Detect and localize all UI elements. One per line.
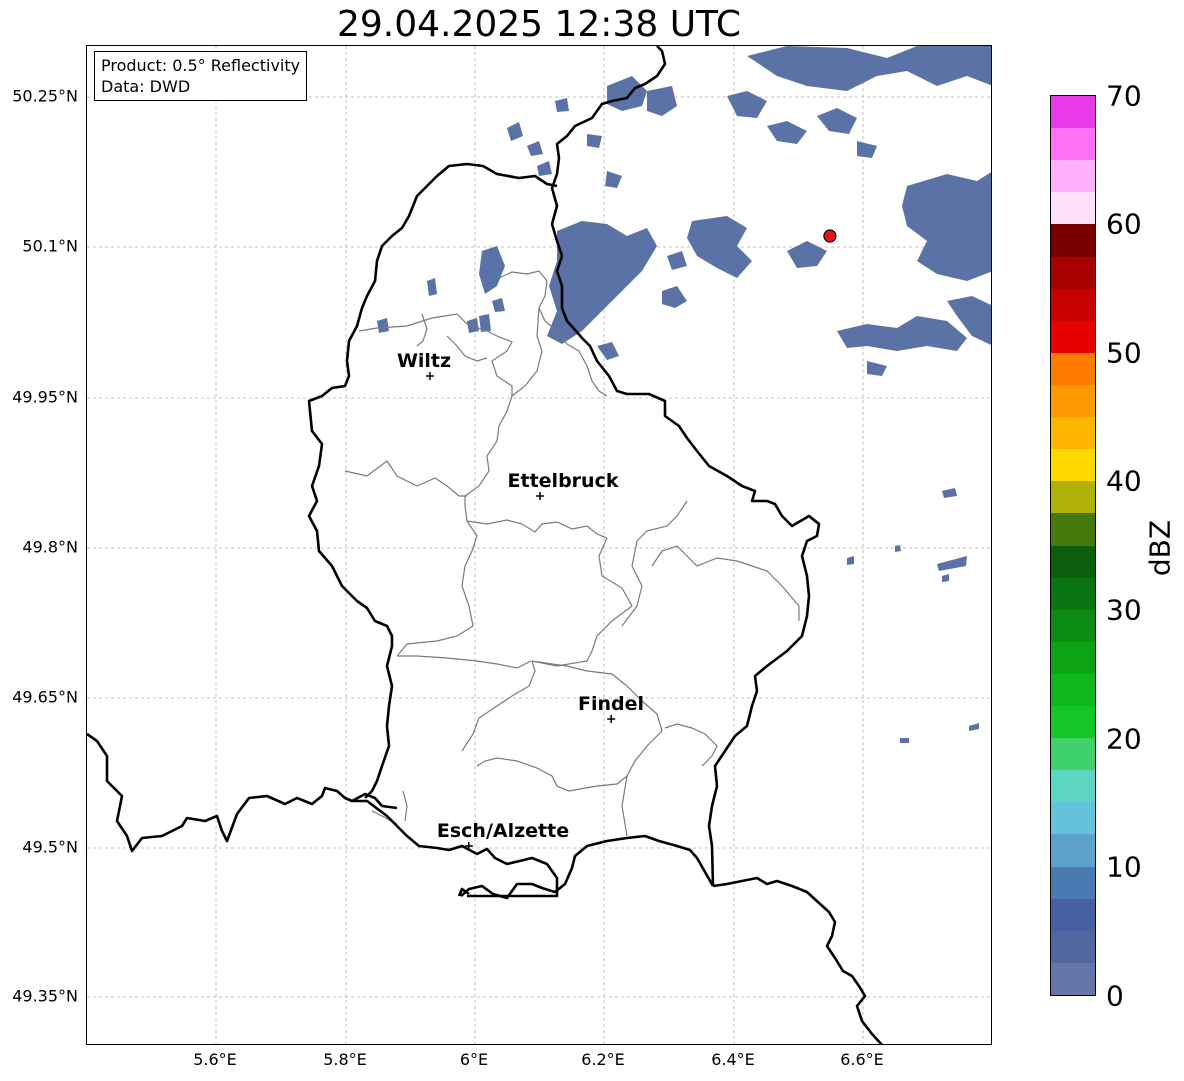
colorbar-segment <box>1051 512 1095 546</box>
lat-tick: 49.65°N <box>12 687 78 707</box>
colorbar-segment <box>1051 448 1095 482</box>
colorbar-segment <box>1051 255 1095 289</box>
colorbar-tick: 0 <box>1106 979 1124 1013</box>
lon-tick: 6°E <box>459 1050 489 1069</box>
country-borders <box>87 46 883 1044</box>
lat-tick: 50.25°N <box>12 86 78 106</box>
colorbar-tick: 20 <box>1106 722 1142 756</box>
city-label-findel: Findel <box>577 693 645 715</box>
data-source-label: Data: DWD <box>101 77 191 96</box>
colorbar-segment <box>1051 577 1095 610</box>
city-marker <box>607 715 616 723</box>
colorbar-segment <box>1051 416 1095 450</box>
colorbar-label: dBZ <box>1143 519 1177 577</box>
colorbar-segment <box>1051 320 1095 353</box>
lon-tick: 6.4°E <box>711 1050 755 1069</box>
colorbar-segment <box>1051 737 1095 771</box>
colorbar <box>1050 95 1096 996</box>
colorbar-segment <box>1051 769 1095 803</box>
colorbar-tick: 50 <box>1106 336 1142 370</box>
colorbar-segment <box>1051 384 1095 418</box>
colorbar-segment <box>1051 544 1095 578</box>
lat-tick: 49.8°N <box>22 537 78 557</box>
city-marker <box>536 492 544 500</box>
colorbar-tick: 60 <box>1106 207 1142 241</box>
colorbar-segment <box>1051 865 1095 899</box>
colorbar-segment <box>1051 801 1095 835</box>
city-markers <box>425 372 616 850</box>
colorbar-segment <box>1051 480 1095 514</box>
city-label-wiltz: Wiltz <box>396 350 452 372</box>
city-marker <box>425 372 434 380</box>
radar-echoes <box>377 46 991 743</box>
colorbar-segment <box>1051 223 1095 257</box>
colorbar-tick: 70 <box>1106 79 1142 113</box>
colorbar-segment <box>1051 127 1095 161</box>
colorbar-tick: 40 <box>1106 464 1142 498</box>
colorbar-segment <box>1051 191 1095 225</box>
lat-tick: 49.35°N <box>12 986 78 1006</box>
lon-tick: 5.8°E <box>323 1050 367 1069</box>
colorbar-segment <box>1051 833 1095 867</box>
colorbar-segment <box>1051 352 1095 385</box>
colorbar-segment <box>1051 159 1095 193</box>
map-canvas <box>87 46 991 1044</box>
colorbar-segment <box>1051 705 1095 739</box>
lat-tick: 49.5°N <box>22 837 78 857</box>
lat-tick: 49.95°N <box>12 387 78 407</box>
product-label: Product: 0.5° Reflectivity <box>101 56 301 75</box>
colorbar-tick: 30 <box>1106 593 1142 627</box>
lon-tick: 6.2°E <box>581 1050 625 1069</box>
map-panel[interactable] <box>86 45 992 1045</box>
colorbar-tick: 10 <box>1106 850 1142 884</box>
map-title: 29.04.2025 12:38 UTC <box>336 4 742 45</box>
colorbar-segment <box>1051 930 1095 963</box>
city-label-ettelbruck: Ettelbruck <box>507 470 619 492</box>
radar-site-marker <box>823 229 837 243</box>
colorbar-segment <box>1051 641 1095 674</box>
colorbar-segment <box>1051 609 1095 642</box>
product-info-box: Product: 0.5° Reflectivity Data: DWD <box>94 51 308 101</box>
lon-tick: 5.6°E <box>193 1050 237 1069</box>
colorbar-segment <box>1051 898 1095 931</box>
colorbar-segment <box>1051 288 1095 321</box>
lon-tick: 6.6°E <box>840 1050 884 1069</box>
colorbar-segment <box>1051 962 1095 995</box>
lat-tick: 50.1°N <box>22 236 78 256</box>
city-label-esch-alzette: Esch/Alzette <box>436 820 570 842</box>
colorbar-segment <box>1051 673 1095 707</box>
colorbar-segment <box>1051 96 1095 129</box>
